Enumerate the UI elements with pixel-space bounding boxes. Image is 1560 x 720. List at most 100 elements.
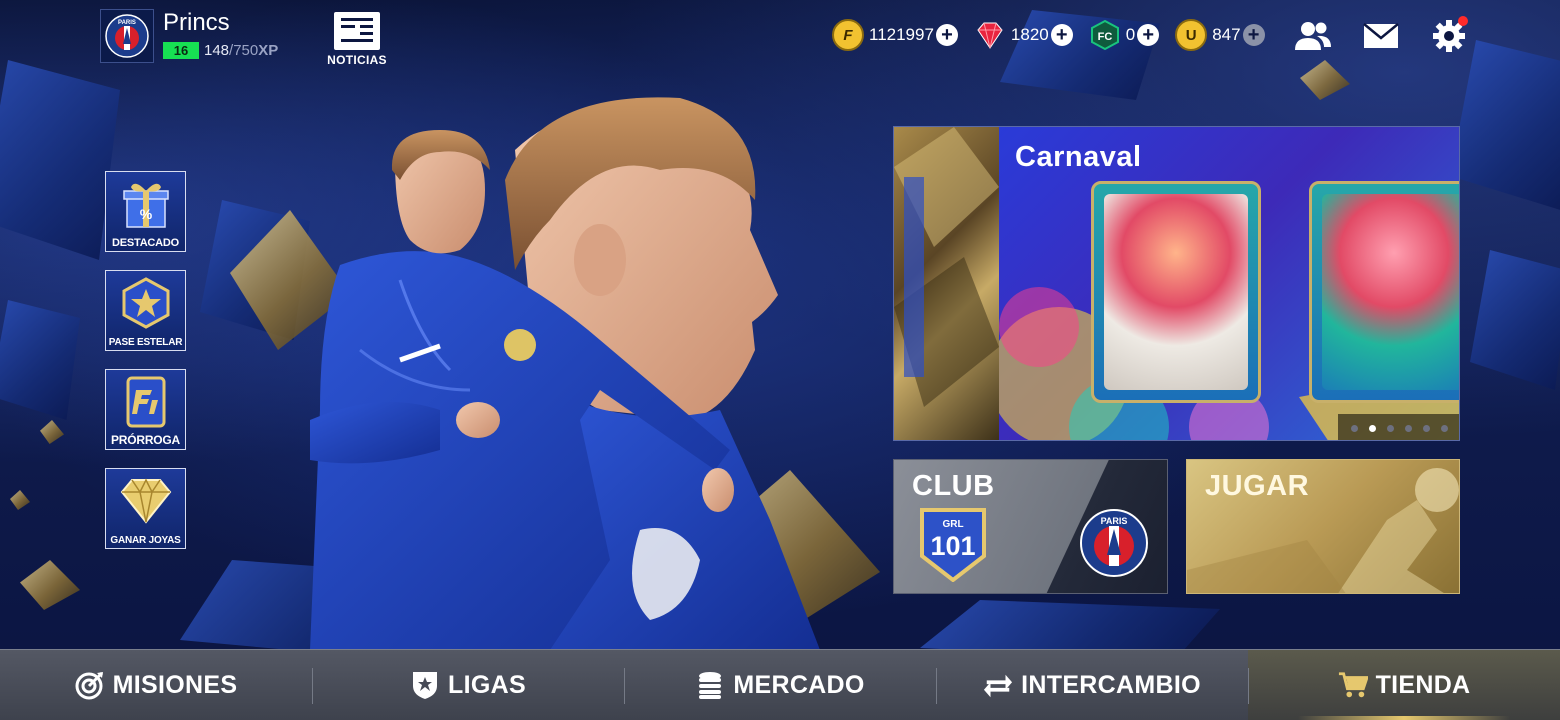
psg-crest-icon: PARIS	[1080, 509, 1148, 577]
carousel-dot[interactable]	[1387, 424, 1394, 432]
background-gold-shard	[1300, 60, 1350, 100]
side-label-destacado: DESTACADO	[111, 237, 180, 249]
tokens-value: 847	[1212, 25, 1241, 44]
friends-button[interactable]	[1290, 16, 1336, 56]
currency-tokens[interactable]: U 847 +	[1175, 19, 1265, 51]
profile-name: Princs	[163, 9, 230, 36]
fc-card-icon	[118, 376, 174, 428]
coin-stack-icon	[695, 670, 725, 700]
background-gold-shard	[20, 560, 80, 610]
fc-points-value: 0	[1125, 25, 1136, 44]
currency-fc-points[interactable]: FC 0 +	[1089, 19, 1160, 51]
shield-star-icon	[410, 670, 440, 700]
currency-gems[interactable]: 1820 +	[974, 19, 1073, 51]
add-gems-button[interactable]: +	[1050, 24, 1073, 46]
player-profile[interactable]: PARIS Princs 16 148/750 XP	[100, 9, 278, 63]
news-button[interactable]: NOTICIAS	[326, 12, 388, 67]
background-gold-shard	[10, 490, 30, 510]
side-item-prorroga[interactable]: PRÓRROGA	[105, 369, 186, 450]
banner-slide-carnaval[interactable]: Carnaval	[999, 127, 1459, 440]
star-badge-icon	[118, 277, 174, 329]
background-rock	[0, 60, 120, 260]
game-home-screen: PARIS Princs 16 148/750 XP NOTICIAS F 112…	[0, 0, 1560, 720]
gem-icon	[977, 22, 1003, 49]
club-crest: PARIS	[1080, 509, 1148, 582]
news-label: NOTICIAS	[327, 53, 387, 67]
club-rating-value: 101	[930, 531, 976, 561]
psg-crest-icon: PARIS	[105, 14, 149, 58]
xp-current: 148	[204, 42, 230, 59]
nav-mercado[interactable]: MERCADO	[624, 650, 936, 720]
side-item-pase-estelar[interactable]: PASE ESTELAR	[105, 270, 186, 351]
background-rock	[1470, 250, 1560, 390]
featured-player-artwork	[310, 97, 820, 650]
xp-max: /750	[229, 42, 259, 59]
club-rating-badge: GRL 101	[918, 506, 988, 582]
side-item-destacado[interactable]: % DESTACADO	[105, 171, 186, 252]
gift-icon: %	[118, 178, 174, 230]
club-title: CLUB	[912, 470, 995, 502]
coins-value: 1121997	[869, 25, 934, 44]
gems-value: 1820	[1010, 25, 1049, 44]
club-rating-label: GRL	[942, 519, 964, 530]
top-actions	[1290, 16, 1494, 56]
add-coins-button[interactable]: +	[935, 24, 958, 46]
pack-card	[1309, 181, 1459, 403]
xp-unit: XP	[258, 42, 279, 59]
carousel-dot-active[interactable]	[1369, 424, 1376, 432]
side-item-ganar-joyas[interactable]: GANAR JOYAS	[105, 468, 186, 549]
currency-coins[interactable]: F 1121997 +	[832, 19, 958, 51]
add-fc-points-button[interactable]: +	[1137, 24, 1160, 46]
svg-text:PARIS: PARIS	[118, 20, 136, 26]
promo-banner-carousel[interactable]: Carnaval	[893, 126, 1460, 441]
mail-button[interactable]	[1358, 16, 1404, 56]
side-label-pase-estelar: PASE ESTELAR	[108, 337, 183, 348]
currency-bar: F 1121997 + 1820 + FC 0 + U 847 +	[832, 19, 1281, 51]
friends-icon	[1295, 22, 1331, 50]
cart-icon	[1338, 670, 1368, 700]
carousel-dot[interactable]	[1423, 424, 1430, 432]
carousel-dot[interactable]	[1351, 424, 1358, 432]
nav-misiones[interactable]: MISIONES	[0, 650, 312, 720]
profile-club-crest[interactable]: PARIS	[100, 9, 154, 63]
background-gold-shard	[40, 420, 64, 444]
target-icon	[75, 670, 105, 700]
side-label-ganar-joyas: GANAR JOYAS	[110, 535, 181, 546]
nav-label-intercambio: INTERCAMBIO	[1021, 670, 1201, 699]
settings-notification-dot	[1458, 16, 1468, 26]
background-rock	[0, 300, 80, 420]
side-label-prorroga: PRÓRROGA	[110, 433, 181, 447]
background-rock	[1450, 40, 1560, 210]
play-title: JUGAR	[1205, 470, 1310, 502]
nav-label-mercado: MERCADO	[733, 670, 865, 699]
club-tile[interactable]: CLUB GRL 101 PARIS	[893, 459, 1168, 594]
svg-text:FC: FC	[1097, 31, 1112, 43]
xp-progress: 16 148/750 XP	[163, 42, 278, 59]
mail-icon	[1363, 23, 1399, 48]
carousel-indicator	[1338, 414, 1459, 440]
token-icon: U	[1175, 19, 1208, 51]
coin-icon: F	[832, 19, 864, 51]
svg-text:PARIS: PARIS	[1101, 516, 1128, 526]
carousel-dot[interactable]	[1405, 424, 1412, 432]
svg-text:%: %	[139, 206, 152, 222]
nav-label-tienda: TIENDA	[1375, 670, 1471, 699]
level-badge: 16	[163, 42, 199, 59]
settings-button[interactable]	[1426, 16, 1472, 56]
add-tokens-button[interactable]: +	[1242, 24, 1265, 46]
pack-card	[1091, 181, 1261, 403]
previous-slide-peek[interactable]	[894, 127, 999, 440]
newspaper-icon	[334, 12, 380, 50]
fc-points-icon: FC	[1090, 19, 1119, 51]
carousel-dot[interactable]	[1441, 424, 1448, 432]
nav-tienda[interactable]: TIENDA	[1248, 650, 1560, 720]
swap-arrows-icon	[983, 670, 1013, 700]
nav-intercambio[interactable]: INTERCAMBIO	[936, 650, 1248, 720]
nav-label-misiones: MISIONES	[112, 670, 238, 699]
bottom-navigation: MISIONES LIGAS MERCADO INTERCAMBIO TIEND…	[0, 649, 1560, 720]
diamond-icon	[118, 475, 174, 527]
play-tile[interactable]: JUGAR	[1186, 459, 1460, 594]
nav-ligas[interactable]: LIGAS	[312, 650, 624, 720]
banner-title: Carnaval	[1015, 141, 1142, 173]
nav-label-ligas: LIGAS	[448, 670, 526, 699]
